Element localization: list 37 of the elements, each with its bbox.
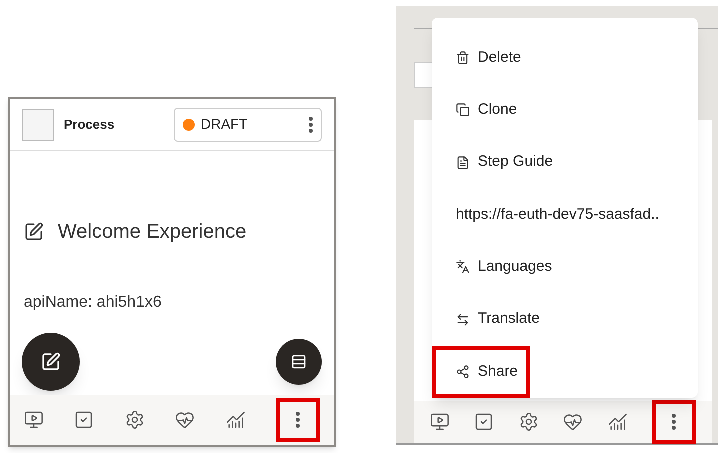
chart-icon[interactable] [608, 412, 628, 432]
document-icon [456, 156, 470, 170]
list-fab[interactable] [276, 339, 322, 385]
menu-item[interactable]: Translate [432, 293, 552, 346]
preview-icon[interactable] [430, 412, 450, 432]
heart-pulse-icon[interactable] [563, 412, 584, 432]
more-button[interactable] [652, 400, 696, 444]
chart-icon[interactable] [226, 410, 246, 430]
edit-icon [41, 352, 61, 372]
menu-item[interactable]: Clone [432, 84, 530, 137]
trash-icon [456, 51, 470, 66]
experience-name: Welcome Experience [58, 220, 247, 245]
menu-item[interactable]: Step Guide [432, 136, 566, 189]
languages-icon [456, 260, 470, 274]
menu-item[interactable]: Languages [432, 241, 564, 294]
api-name: apiName: ahi5h1x6 [24, 293, 163, 313]
menu-item[interactable]: Share [432, 346, 530, 398]
heart-pulse-icon[interactable] [175, 410, 196, 430]
list-icon [291, 354, 307, 370]
kebab-icon [309, 116, 313, 132]
checkbox-icon[interactable] [74, 410, 94, 430]
kebab-icon [296, 412, 300, 428]
checkbox-icon[interactable] [474, 412, 494, 432]
arrows-icon [456, 312, 470, 327]
preview-icon[interactable] [24, 410, 44, 430]
copy-icon [456, 103, 470, 118]
settings-icon[interactable] [518, 412, 539, 432]
kebab-icon [672, 414, 676, 430]
status-button[interactable]: DRAFT [174, 108, 322, 142]
edit-icon [24, 222, 44, 242]
settings-icon[interactable] [124, 410, 145, 430]
menu-item[interactable]: https://fa-euth-dev75-saasfad.. [432, 188, 672, 242]
select-checkbox[interactable] [22, 108, 54, 140]
card-type-label: Process [64, 116, 115, 134]
more-button[interactable] [276, 398, 320, 442]
menu-item[interactable]: Delete [432, 32, 534, 84]
share-icon [456, 364, 470, 379]
